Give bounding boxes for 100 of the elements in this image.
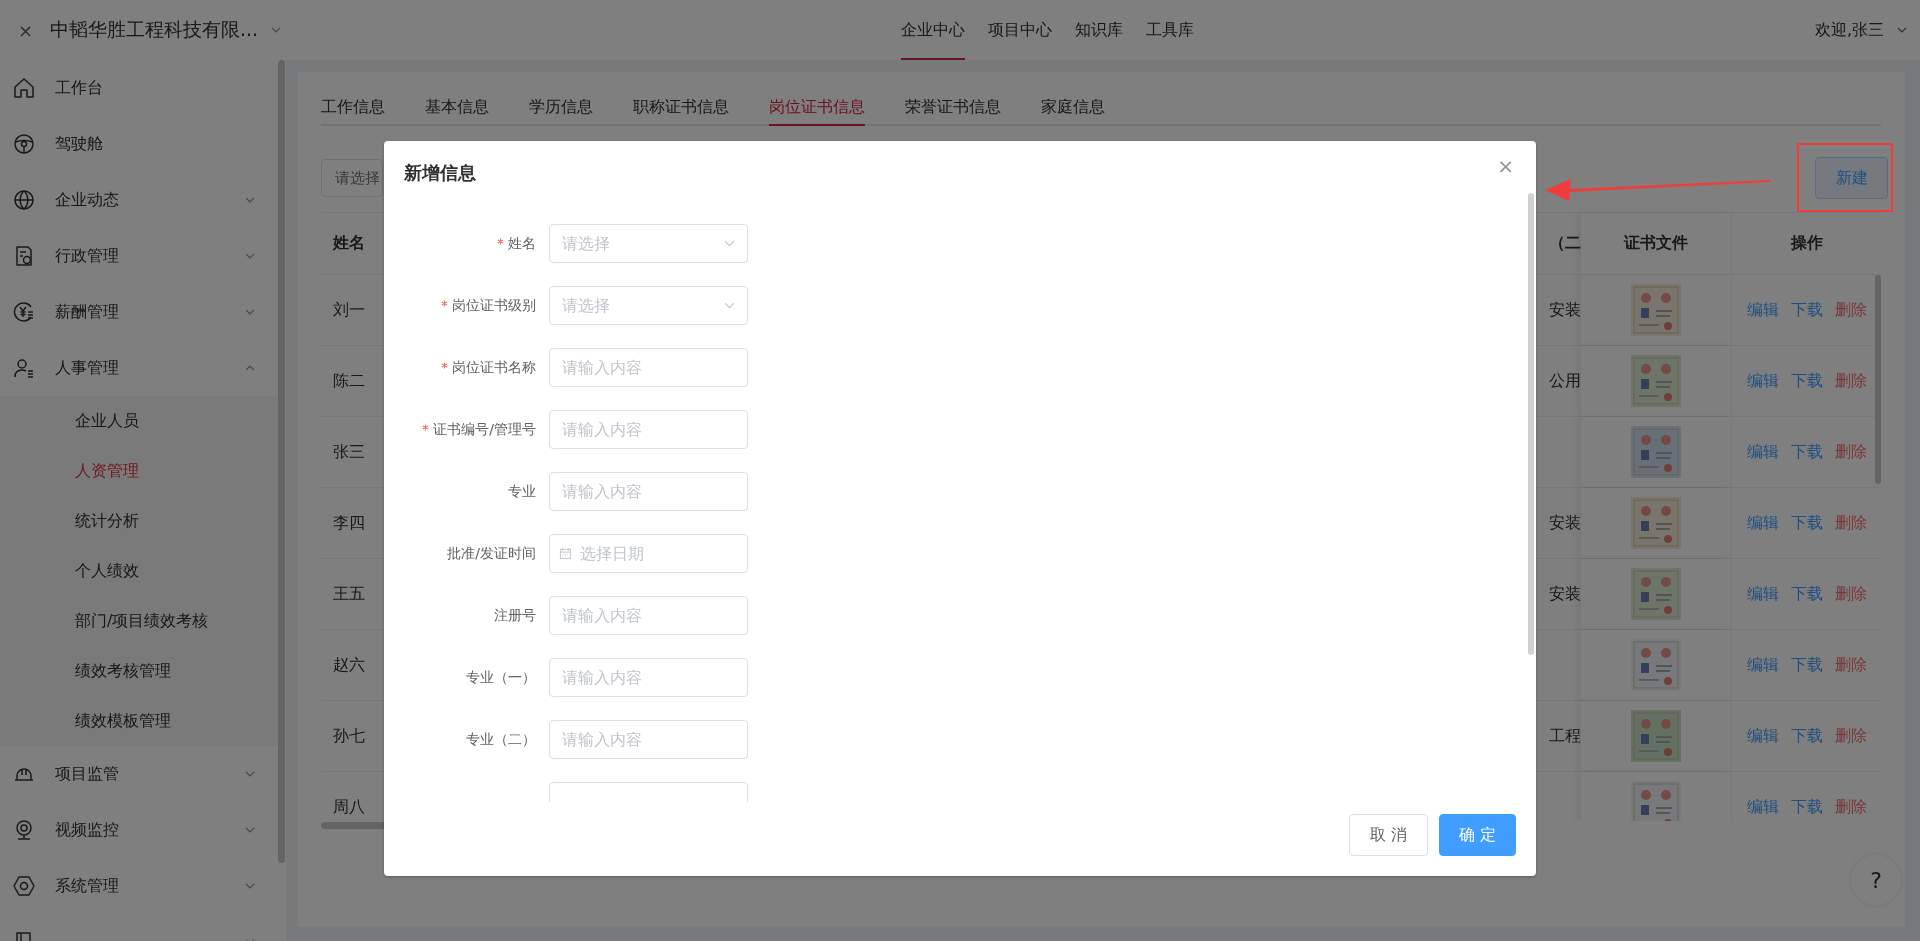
help-button[interactable]: ? [1851,855,1901,905]
action-link[interactable]: 删除 [1834,370,1867,392]
tab[interactable]: 荣誉证书信息 [905,90,1001,124]
table-cell: 王五 [333,583,365,605]
submenu-item[interactable]: 企业人员 [0,396,278,446]
tab[interactable]: 学历信息 [529,90,593,124]
field-label: 证书编号/管理号 [433,420,536,439]
action-link[interactable]: 下载 [1790,654,1823,676]
dialog-title: 新增信息 [404,161,476,185]
scrollbar-thumb[interactable] [1875,275,1881,484]
table-cell: 李四 [333,512,365,534]
table-cell: 刘一 [333,299,365,321]
submenu-item[interactable]: 部门/项目绩效考核 [0,596,278,646]
nav-tab[interactable]: 项目中心 [988,0,1052,60]
action-link[interactable]: 编辑 [1746,512,1779,534]
scrollbar-thumb[interactable] [278,60,285,863]
yen-icon [12,300,36,324]
globe-icon [12,188,36,212]
action-link[interactable]: 下载 [1790,441,1823,463]
home-icon [12,76,36,100]
action-link[interactable]: 下载 [1790,583,1823,605]
sidebar-item[interactable]: 工作台 [0,60,278,116]
hexagon-icon [12,874,36,898]
table-cell: 安装 [1549,583,1581,605]
submenu-item[interactable]: 绩效考核管理 [0,646,278,696]
close-button[interactable]: × [1497,153,1514,178]
tab[interactable]: 岗位证书信息 [769,90,865,126]
action-link[interactable]: 删除 [1834,725,1867,747]
action-link[interactable]: 删除 [1834,299,1867,321]
table-cell: 安装 [1549,512,1581,534]
sidebar-item[interactable]: 视频监控 [0,802,278,858]
input-field[interactable]: 请输入内容 [549,410,748,449]
submenu-item[interactable]: 统计分析 [0,496,278,546]
field-label: 岗位证书级别 [452,296,536,315]
sidebar-item[interactable]: 企业动态 [0,172,278,228]
input-field[interactable]: 请输入内容 [549,596,748,635]
table-cell: 孙七 [333,725,365,747]
action-link[interactable]: 下载 [1790,796,1823,818]
action-link[interactable]: 编辑 [1746,370,1779,392]
table-cell: 工程 [1549,725,1581,747]
nav-tab[interactable]: 工具库 [1146,0,1194,60]
table-cell: 周八 [333,796,365,818]
action-link[interactable]: 下载 [1790,512,1823,534]
action-link[interactable]: 编辑 [1746,796,1779,818]
tab[interactable]: 工作信息 [321,90,385,124]
tab[interactable]: 基本信息 [425,90,489,124]
table-cell: 陈二 [333,370,365,392]
input-field[interactable]: 请输入内容 [549,472,748,511]
close-button[interactable]: × [18,19,32,41]
table-cell: 赵六 [333,654,365,676]
action-link[interactable]: 删除 [1834,796,1867,818]
column-header: 证书文件 [1581,213,1732,274]
action-link[interactable]: 编辑 [1746,654,1779,676]
field-label: 专业（一） [466,668,536,687]
action-link[interactable]: 下载 [1790,299,1823,321]
new-button[interactable]: 新建 [1815,157,1888,199]
submenu-item[interactable]: 个人绩效 [0,546,278,596]
action-link[interactable]: 删除 [1834,512,1867,534]
sidebar-item[interactable]: 驾驶舱 [0,116,278,172]
tab[interactable]: 家庭信息 [1041,90,1105,124]
date-field[interactable]: 选择日期 [549,534,748,573]
sidebar-item[interactable]: 项目监管 [0,746,278,802]
field-label: 批准/发证时间 [447,544,536,563]
input-field[interactable]: 请输入内容 [549,720,748,759]
input-field[interactable]: 请输入内容 [549,348,748,387]
table-cell: 安装 [1549,299,1581,321]
table-cell: 张三 [333,441,365,463]
input-field[interactable]: 请输入内容 [549,658,748,697]
action-link[interactable]: 下载 [1790,370,1823,392]
column-header: 姓名 [331,232,366,254]
action-link[interactable]: 下载 [1790,725,1823,747]
action-link[interactable]: 编辑 [1746,725,1779,747]
select-field[interactable]: 请选择 [549,286,748,325]
column-header: （二 [1548,232,1581,254]
sidebar-item[interactable]: 人事管理 [0,340,278,396]
user-greeting[interactable]: 欢迎,张三 [1814,19,1884,41]
action-link[interactable]: 编辑 [1746,583,1779,605]
submenu-item[interactable]: 绩效模板管理 [0,696,278,746]
action-link[interactable]: 删除 [1834,654,1867,676]
cancel-button[interactable]: 取 消 [1349,814,1428,856]
field-label: 专业（二） [466,730,536,749]
confirm-button[interactable]: 确 定 [1439,814,1516,856]
select-field[interactable]: 请选择 [549,224,748,263]
nav-tab[interactable]: 知识库 [1075,0,1123,60]
action-link[interactable]: 编辑 [1746,441,1779,463]
field-label: 姓名 [508,234,536,253]
action-link[interactable]: 删除 [1834,583,1867,605]
sidebar-item[interactable]: 系统管理 [0,858,278,914]
nav-tab[interactable]: 企业中心 [901,0,965,60]
field-label: 专业 [508,482,536,501]
tab[interactable]: 职称证书信息 [633,90,729,124]
action-link[interactable]: 编辑 [1746,299,1779,321]
company-name: 中韬华胜工程科技有限... [50,17,259,42]
sidebar-item[interactable]: 行政管理 [0,228,278,284]
action-link[interactable]: 删除 [1834,441,1867,463]
sidebar-item[interactable]: 薪酬管理 [0,284,278,340]
select-field[interactable]: 请选择 [321,159,383,197]
submenu-item[interactable]: 人资管理 [0,446,278,496]
steering-wheel-icon [12,132,36,156]
scrollbar-thumb[interactable] [1528,193,1534,655]
